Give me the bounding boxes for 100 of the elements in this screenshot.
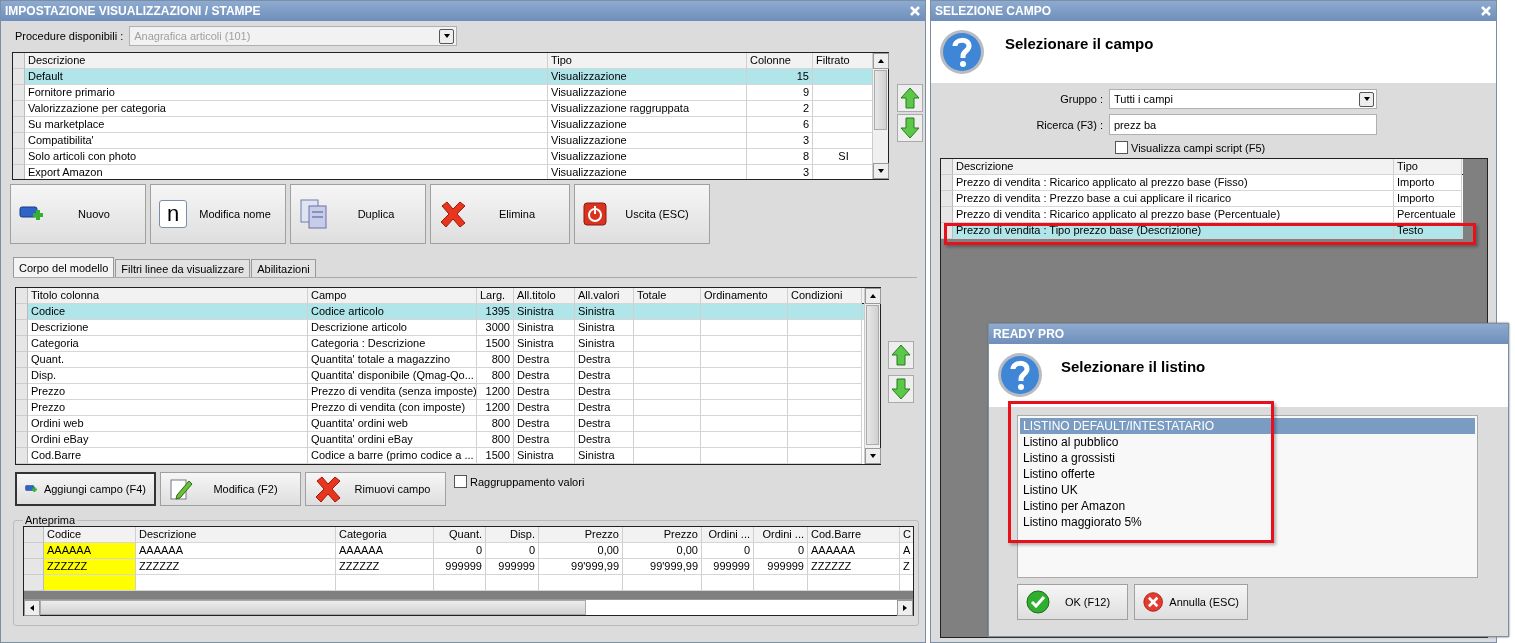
table-row[interactable]: Valorizzazione per categoria Visualizzazione raggruppata 2 [13,101,872,117]
list-item[interactable]: Listino al pubblico [1020,434,1475,450]
power-icon [583,202,607,226]
row-indicator [16,448,28,464]
scroll-up-button[interactable] [873,53,889,69]
copy-icon [299,198,329,230]
tab[interactable]: Abilitazioni [251,259,316,277]
table-row[interactable]: Ordini eBay Quantita' ordini eBay 800 Destra Destra [16,432,864,448]
arrow-up-icon [891,344,911,366]
close-button[interactable] [1480,5,1492,17]
table-cell: AAAAAA [44,543,136,559]
table-row[interactable]: Solo articoli con photo Visualizzazione 8 SI [13,149,872,165]
table-row[interactable]: Disp. Quantita' disponibile (Qmag-Qo... 800 Destra Destra [16,368,864,384]
list-item[interactable]: Listino a grossisti [1020,450,1475,466]
table-row[interactable]: Prezzo di vendita : Ricarico applicato al prezzo base (Fisso) Importo [941,175,1463,191]
dialog-heading: Selezionare il campo [1005,35,1154,54]
dialog-button[interactable]: Annulla (ESC) [1134,584,1248,620]
row-indicator [16,320,28,336]
action-button[interactable]: Nuovo [10,184,146,244]
list-item[interactable]: Listino maggiorato 5% [1020,514,1475,530]
close-icon [909,5,921,17]
table-cell: 3 [747,165,813,179]
move-up-button[interactable] [888,341,914,369]
table-row[interactable]: Prezzo Prezzo di vendita (senza imposte) 1200 Destra Destra [16,384,864,400]
move-down-button[interactable] [897,114,923,142]
field-button[interactable]: Aggiungi campo (F4) [15,472,156,506]
horizontal-scrollbar[interactable] [24,599,913,615]
arrow-icon [1362,95,1371,103]
scroll-right-button[interactable] [897,600,913,616]
question-icon [939,29,985,75]
list-item[interactable]: Listino per Amazon [1020,498,1475,514]
table-row[interactable]: Descrizione Descrizione articolo 3000 Sinistra Sinistra [16,320,864,336]
action-button[interactable]: n Modifica nome [150,184,286,244]
action-button[interactable]: Elimina [430,184,570,244]
field-button[interactable]: Modifica (F2) [160,472,301,506]
scrollbar-thumb[interactable] [874,70,887,130]
scrollbar-thumb[interactable] [40,600,586,615]
row-indicator [13,133,25,149]
tab[interactable]: Corpo del modello [13,257,115,277]
arrow-icon [442,32,451,40]
script-fields-checkbox[interactable]: Visualizza campi script (F5) [1115,141,1266,154]
move-up-button[interactable] [897,84,923,112]
table-row[interactable]: Ordini web Quantita' ordini web 800 Destra Destra [16,416,864,432]
vertical-scrollbar[interactable] [864,288,880,464]
search-field[interactable]: prezz ba [1109,114,1377,135]
scroll-left-button[interactable] [24,600,40,616]
arrow-up-icon [900,87,920,109]
table-row[interactable]: Prezzo Prezzo di vendita (con imposte) 1200 Destra Destra [16,400,864,416]
row-indicator [16,432,28,448]
dialog-button[interactable]: OK (F12) [1017,584,1128,620]
table-row[interactable]: Prezzo di vendita : Ricarico applicato al prezzo base (Percentuale) Percentuale [941,207,1463,223]
cross-icon [439,200,467,228]
table-row[interactable]: Codice Codice articolo 1395 Sinistra Sinistra [16,304,864,320]
row-indicator [941,207,953,223]
move-down-button[interactable] [888,375,914,403]
group-select[interactable]: Tutti i campi [1109,89,1377,109]
scroll-down-button[interactable] [873,163,889,179]
row-indicator [13,85,25,101]
arrow-icon [877,167,885,175]
row-indicator [16,352,28,368]
tab[interactable]: Filtri linee da visualizzare [115,259,251,277]
vertical-scrollbar[interactable] [872,53,888,179]
table-row[interactable]: Categoria Categoria : Descrizione 1500 Sinistra Sinistra [16,336,864,352]
table-cell: Export Amazon [25,165,548,179]
table-row[interactable]: Default Visualizzazione 15 [13,69,872,85]
row-indicator [13,69,25,85]
scroll-up-button[interactable] [865,288,881,304]
field-label: Procedure disponibili : [15,30,124,42]
table-row[interactable]: Cod.Barre Codice a barre (primo codice a ... 1500 Sinistra Sinistra [16,448,864,464]
letter-icon: n [159,200,187,228]
scroll-down-button[interactable] [865,448,881,464]
arrow-down-icon [900,117,920,139]
table-row[interactable]: Quant. Quantita' totale a magazzino 800 Destra Destra [16,352,864,368]
row-indicator [13,101,25,117]
check-icon [1026,590,1050,614]
table-row[interactable]: Su marketplace Visualizzazione 6 [13,117,872,133]
list-item[interactable]: Listino UK [1020,482,1475,498]
table-cell: Codice a barre (primo codice a ... [308,448,477,464]
table-row[interactable]: Compatibilita' Visualizzazione 3 [13,133,872,149]
edit-icon [169,477,193,501]
list-item[interactable]: Listino offerte [1020,466,1475,482]
window-title: IMPOSTAZIONE VISUALIZZAZIONI / STAMPE [5,4,261,18]
grouping-checkbox[interactable]: Raggruppamento valori [454,475,585,488]
action-button[interactable]: Duplica [290,184,426,244]
row-indicator [16,400,28,416]
window-title: READY PRO [993,327,1065,341]
field-button[interactable]: Rimuovi campo [305,472,446,506]
row-indicator [941,191,953,207]
table-cell: Percentuale [1394,207,1462,223]
table-cell: 1500 [477,448,514,464]
action-button[interactable]: Uscita (ESC) [574,184,710,244]
scrollbar-thumb[interactable] [866,305,879,445]
row-indicator [941,175,953,191]
table-row[interactable]: Fornitore primario Visualizzazione 9 [13,85,872,101]
table-row[interactable]: Prezzo di vendita : Prezzo base a cui applicare il ricarico Importo [941,191,1463,207]
arrow-icon [877,57,885,65]
close-button[interactable] [909,5,921,17]
arrow-icon [869,292,877,300]
row-indicator [13,117,25,133]
cancel-icon [1143,590,1164,614]
